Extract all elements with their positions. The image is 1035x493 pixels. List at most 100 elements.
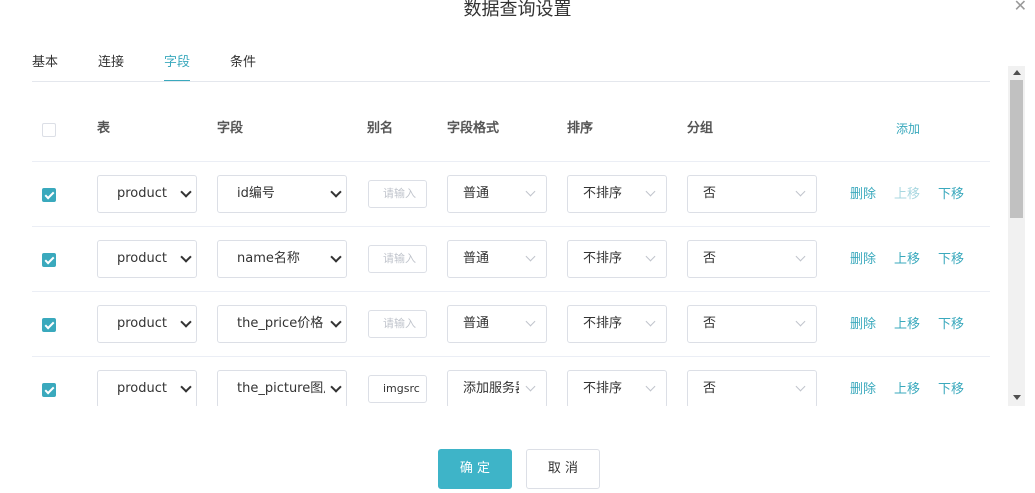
format-select[interactable]: 普通	[447, 240, 547, 278]
chevron-down-icon	[645, 381, 656, 392]
select-all-checkbox[interactable]	[42, 123, 56, 137]
format-select-value: 添加服务器地址	[463, 381, 519, 396]
group-select-value: 否	[703, 186, 717, 201]
row-checkbox[interactable]	[42, 318, 56, 332]
sort-select[interactable]: 不排序	[567, 240, 667, 278]
group-select-value: 否	[703, 316, 717, 331]
sort-select[interactable]: 不排序	[567, 175, 667, 213]
sort-select-value: 不排序	[583, 381, 623, 396]
table-select[interactable]: product	[97, 305, 197, 343]
move-up-link[interactable]: 上移	[894, 186, 920, 204]
header-field: 字段	[217, 121, 244, 136]
delete-link[interactable]: 删除	[850, 186, 876, 204]
chevron-down-icon	[525, 381, 536, 392]
tab-divider	[32, 81, 990, 82]
chevron-down-icon	[525, 186, 536, 197]
chevron-down-icon	[795, 316, 806, 327]
alias-input[interactable]: imgsrc	[368, 375, 427, 403]
query-settings-dialog: 数据查询设置 ✕ 基本 连接 字段 条件 表 字段 别名 字段格式 排序 分组 …	[0, 0, 1035, 493]
header-table: 表	[97, 121, 111, 136]
field-select-value: id编号	[237, 186, 275, 201]
move-up-link[interactable]: 上移	[894, 251, 920, 269]
field-select[interactable]: the_picture图片	[217, 370, 347, 406]
chevron-down-icon	[180, 251, 192, 263]
table-row: product id编号 请输入 普通 不排序 否 删除 上移 下移	[32, 162, 990, 227]
row-checkbox[interactable]	[42, 188, 56, 202]
chevron-down-icon	[645, 316, 656, 327]
chevron-down-icon	[645, 251, 656, 262]
field-select-value: name名称	[237, 251, 300, 266]
table-select[interactable]: product	[97, 370, 197, 406]
cancel-button[interactable]: 取 消	[526, 449, 600, 489]
table-select[interactable]: product	[97, 240, 197, 278]
fields-table: 表 字段 别名 字段格式 排序 分组 添加 product id编号 请输入 普通 不排…	[32, 96, 990, 406]
chevron-down-icon	[525, 316, 536, 327]
delete-link[interactable]: 删除	[850, 381, 876, 399]
table-row: product name名称 请输入 普通 不排序 否 删除 上移 下移	[32, 227, 990, 292]
format-select[interactable]: 添加服务器地址	[447, 370, 547, 406]
chevron-down-icon	[525, 251, 536, 262]
scroll-down-icon[interactable]	[1013, 395, 1021, 400]
alias-input[interactable]: 请输入	[368, 310, 427, 338]
table-select-value: product	[117, 186, 168, 201]
format-select-value: 普通	[463, 251, 490, 266]
scroll-thumb[interactable]	[1010, 80, 1023, 218]
row-checkbox[interactable]	[42, 253, 56, 267]
field-select-value: the_picture图片	[237, 381, 325, 396]
delete-link[interactable]: 删除	[850, 316, 876, 334]
table-select-value: product	[117, 381, 168, 396]
field-select[interactable]: id编号	[217, 175, 347, 213]
tab-bar: 基本 连接 字段 条件	[32, 54, 296, 82]
chevron-down-icon	[330, 186, 342, 198]
chevron-down-icon	[795, 381, 806, 392]
sort-select[interactable]: 不排序	[567, 305, 667, 343]
chevron-down-icon	[330, 381, 342, 393]
move-down-link[interactable]: 下移	[938, 186, 964, 204]
close-icon[interactable]: ✕	[1014, 0, 1027, 16]
sort-select[interactable]: 不排序	[567, 370, 667, 406]
chevron-down-icon	[645, 186, 656, 197]
format-select[interactable]: 普通	[447, 175, 547, 213]
tab-fields[interactable]: 字段	[164, 54, 191, 82]
confirm-button[interactable]: 确 定	[438, 449, 512, 489]
chevron-down-icon	[180, 186, 192, 198]
alias-input[interactable]: 请输入	[368, 180, 427, 208]
chevron-down-icon	[795, 186, 806, 197]
table-select-value: product	[117, 316, 168, 331]
move-down-link[interactable]: 下移	[938, 251, 964, 269]
format-select[interactable]: 普通	[447, 305, 547, 343]
delete-link[interactable]: 删除	[850, 251, 876, 269]
scroll-up-icon[interactable]	[1013, 70, 1021, 75]
chevron-down-icon	[330, 251, 342, 263]
tab-conditions[interactable]: 条件	[230, 54, 256, 82]
move-up-link[interactable]: 上移	[894, 381, 920, 399]
group-select-value: 否	[703, 381, 717, 396]
field-select[interactable]: the_price价格	[217, 305, 347, 343]
row-checkbox[interactable]	[42, 383, 56, 397]
group-select-value: 否	[703, 251, 717, 266]
field-select[interactable]: name名称	[217, 240, 347, 278]
sort-select-value: 不排序	[583, 251, 623, 266]
table-select[interactable]: product	[97, 175, 197, 213]
group-select[interactable]: 否	[687, 175, 817, 213]
add-field-button[interactable]: 添加	[896, 120, 920, 138]
format-select-value: 普通	[463, 316, 490, 331]
group-select[interactable]: 否	[687, 240, 817, 278]
move-down-link[interactable]: 下移	[938, 381, 964, 399]
group-select[interactable]: 否	[687, 370, 817, 406]
sort-select-value: 不排序	[583, 186, 623, 201]
table-scrollbar[interactable]	[1008, 66, 1025, 406]
tab-connection[interactable]: 连接	[98, 54, 124, 82]
chevron-down-icon	[795, 251, 806, 262]
format-select-value: 普通	[463, 186, 490, 201]
move-up-link[interactable]: 上移	[894, 316, 920, 334]
alias-input[interactable]: 请输入	[368, 245, 427, 273]
header-alias: 别名	[367, 121, 394, 136]
tab-basic[interactable]: 基本	[32, 54, 58, 82]
group-select[interactable]: 否	[687, 305, 817, 343]
field-select-value: the_price价格	[237, 316, 324, 331]
move-down-link[interactable]: 下移	[938, 316, 964, 334]
header-format: 字段格式	[447, 121, 500, 136]
table-row: product the_price价格 请输入 普通 不排序 否 删除 上移 下移	[32, 292, 990, 357]
table-row: product the_picture图片 imgsrc 添加服务器地址 不排序 否 删除上…	[32, 357, 990, 406]
